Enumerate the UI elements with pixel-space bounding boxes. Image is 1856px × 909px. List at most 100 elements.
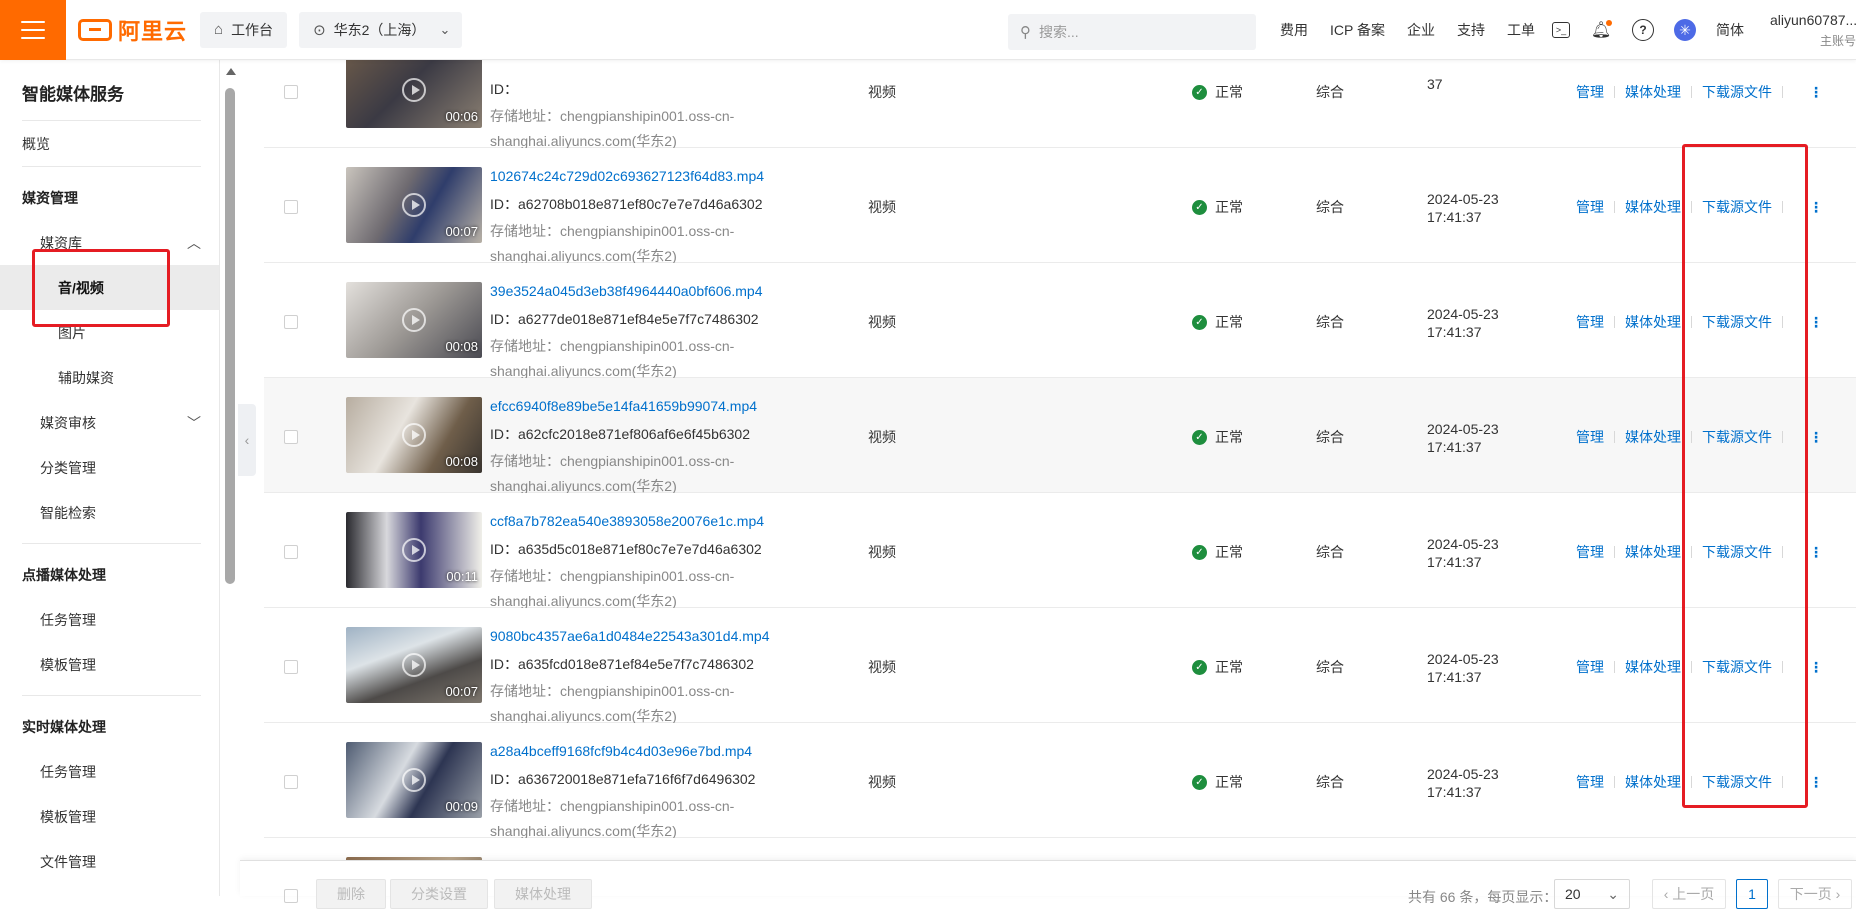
created-time: 2024-05-23 17:41:37 <box>1427 536 1499 570</box>
media-file-name-link[interactable]: ccf8a7b782ea540e3893058e20076e1c.mp4 <box>490 513 764 529</box>
sidebar-item-live-templates[interactable]: 模板管理 <box>0 794 219 839</box>
video-thumbnail[interactable]: 00:07 <box>346 627 482 703</box>
row-actions: 管理 媒体处理 下载源文件 ⋮ <box>1576 542 1823 562</box>
manage-link[interactable]: 管理 <box>1576 197 1604 217</box>
media-file-name-link[interactable]: a28a4bceff9168fcf9b4c4d03e96e7bd.mp4 <box>490 743 752 759</box>
next-page-button[interactable]: 下一页 › <box>1778 879 1852 909</box>
region-selector[interactable]: ⊙ 华东2（上海） ⌄ <box>299 11 463 48</box>
row-checkbox[interactable] <box>284 315 298 329</box>
table-row: 00:08 efcc6940f8e89be5e14fa41659b99074.m… <box>264 378 1856 494</box>
sidebar-item-audio-video[interactable]: 音/视频 <box>0 265 219 310</box>
manage-link[interactable]: 管理 <box>1576 82 1604 102</box>
media-id: ID：a636720018e871efa716f6f7d6496302 <box>490 771 756 787</box>
video-thumbnail[interactable]: 00:08 <box>346 282 482 358</box>
media-process-link[interactable]: 媒体处理 <box>1625 772 1681 792</box>
row-checkbox[interactable] <box>284 545 298 559</box>
more-actions-icon[interactable]: ⋮ <box>1809 544 1823 561</box>
user-account[interactable]: aliyun60787... 主账号 <box>1770 12 1856 49</box>
sidebar-item-overview[interactable]: 概览 <box>0 121 219 166</box>
prev-page-button[interactable]: ‹ 上一页 <box>1652 879 1726 909</box>
media-process-link[interactable]: 媒体处理 <box>1625 657 1681 677</box>
terminal-icon[interactable]: >_ <box>1552 22 1570 38</box>
sidebar-item-images[interactable]: 图片 <box>0 310 219 355</box>
sidebar-item-smart-search[interactable]: 智能检索 <box>0 490 219 535</box>
category-settings-button[interactable]: 分类设置 <box>390 879 488 909</box>
language-switch[interactable]: 简体 <box>1716 20 1744 40</box>
page-size-select[interactable]: 20 ⌄ <box>1554 879 1630 909</box>
download-source-link[interactable]: 下载源文件 <box>1702 772 1772 792</box>
media-file-name-link[interactable]: efcc6940f8e89be5e14fa41659b99074.mp4 <box>490 398 757 414</box>
download-source-link[interactable]: 下载源文件 <box>1702 197 1772 217</box>
nav-link-ticket[interactable]: 工单 <box>1507 20 1535 40</box>
more-actions-icon[interactable]: ⋮ <box>1809 314 1823 331</box>
more-actions-icon[interactable]: ⋮ <box>1809 429 1823 446</box>
row-checkbox[interactable] <box>284 200 298 214</box>
media-process-link[interactable]: 媒体处理 <box>1625 312 1681 332</box>
video-thumbnail[interactable]: 00:11 <box>346 512 482 588</box>
chevron-down-icon: ⌄ <box>1607 886 1619 902</box>
sidebar-item-live-files[interactable]: 文件管理 <box>0 839 219 884</box>
media-file-name-link[interactable]: 102674c24c729d02c693627123f64d83.mp4 <box>490 168 764 184</box>
sidebar-item-media-lib[interactable]: 媒资库 ︿ <box>0 220 219 265</box>
sidebar-collapse-button[interactable]: ‹ <box>238 404 256 476</box>
media-process-link[interactable]: 媒体处理 <box>1625 542 1681 562</box>
media-process-link[interactable]: 媒体处理 <box>1625 197 1681 217</box>
aliyun-logo[interactable]: 阿里云 <box>78 14 188 46</box>
nav-link-enterprise[interactable]: 企业 <box>1407 20 1435 40</box>
sidebar-item-media-review[interactable]: 媒资审核 ﹀ <box>0 400 219 445</box>
page-1-button[interactable]: 1 <box>1736 879 1768 909</box>
video-thumbnail[interactable]: 00:08 <box>346 397 482 473</box>
sidebar-item-live-tasks[interactable]: 任务管理 <box>0 749 219 794</box>
media-category: 综合 <box>1316 429 1344 445</box>
media-file-name-link[interactable]: 39e3524a045d3eb38f4964440a0bf606.mp4 <box>490 283 763 299</box>
row-checkbox[interactable] <box>284 85 298 99</box>
manage-link[interactable]: 管理 <box>1576 312 1604 332</box>
video-duration: 00:06 <box>445 109 478 124</box>
sidebar-scrollbar[interactable] <box>224 60 236 896</box>
manage-link[interactable]: 管理 <box>1576 542 1604 562</box>
row-checkbox[interactable] <box>284 775 298 789</box>
media-file-name-link[interactable]: 9080bc4357ae6a1d0484e22543a301d4.mp4 <box>490 628 770 644</box>
nav-link-icp[interactable]: ICP 备案 <box>1330 20 1385 40</box>
status-badge: ✓ 正常 <box>1192 542 1243 562</box>
scrollbar-thumb[interactable] <box>225 88 235 584</box>
nav-link-billing[interactable]: 费用 <box>1280 20 1308 40</box>
download-source-link[interactable]: 下载源文件 <box>1702 427 1772 447</box>
select-all-checkbox[interactable] <box>284 889 298 903</box>
manage-link[interactable]: 管理 <box>1576 772 1604 792</box>
media-process-link[interactable]: 媒体处理 <box>1625 427 1681 447</box>
download-source-link[interactable]: 下载源文件 <box>1702 657 1772 677</box>
sidebar-item-aux-media[interactable]: 辅助媒资 <box>0 355 219 400</box>
workbench-button[interactable]: ⌂ 工作台 <box>200 11 288 48</box>
scroll-up-arrow-icon[interactable] <box>226 68 236 75</box>
media-process-link[interactable]: 媒体处理 <box>1625 82 1681 102</box>
help-icon[interactable]: ? <box>1632 19 1654 41</box>
more-actions-icon[interactable]: ⋮ <box>1809 199 1823 216</box>
video-thumbnail[interactable]: 00:07 <box>346 167 482 243</box>
sidebar-item-category-mgmt[interactable]: 分类管理 <box>0 445 219 490</box>
manage-link[interactable]: 管理 <box>1576 427 1604 447</box>
action-separator <box>1614 201 1615 213</box>
manage-link[interactable]: 管理 <box>1576 657 1604 677</box>
top-nav-links: 费用 ICP 备案 企业 支持 工单 <box>1280 0 1557 60</box>
video-thumbnail[interactable]: 00:09 <box>346 742 482 818</box>
row-checkbox[interactable] <box>284 660 298 674</box>
download-source-link[interactable]: 下载源文件 <box>1702 542 1772 562</box>
video-thumbnail[interactable]: 00:06 <box>346 60 482 128</box>
download-source-link[interactable]: 下载源文件 <box>1702 312 1772 332</box>
more-actions-icon[interactable]: ⋮ <box>1809 774 1823 791</box>
row-checkbox[interactable] <box>284 430 298 444</box>
delete-button[interactable]: 删除 <box>316 879 386 909</box>
nav-link-support[interactable]: 支持 <box>1457 20 1485 40</box>
bell-icon[interactable]: 🔔︎ <box>1590 19 1612 41</box>
batch-process-button[interactable]: 媒体处理 <box>494 879 592 909</box>
assistant-icon[interactable]: ✳ <box>1674 19 1696 41</box>
hamburger-menu-icon[interactable] <box>0 0 66 60</box>
sidebar-item-vod-tasks[interactable]: 任务管理 <box>0 597 219 642</box>
search-input[interactable] <box>1039 24 1219 40</box>
more-actions-icon[interactable]: ⋮ <box>1809 84 1823 101</box>
download-source-link[interactable]: 下载源文件 <box>1702 82 1772 102</box>
created-time: 2024-05-23 17:41:37 <box>1427 651 1499 685</box>
more-actions-icon[interactable]: ⋮ <box>1809 659 1823 676</box>
sidebar-item-vod-templates[interactable]: 模板管理 <box>0 642 219 687</box>
